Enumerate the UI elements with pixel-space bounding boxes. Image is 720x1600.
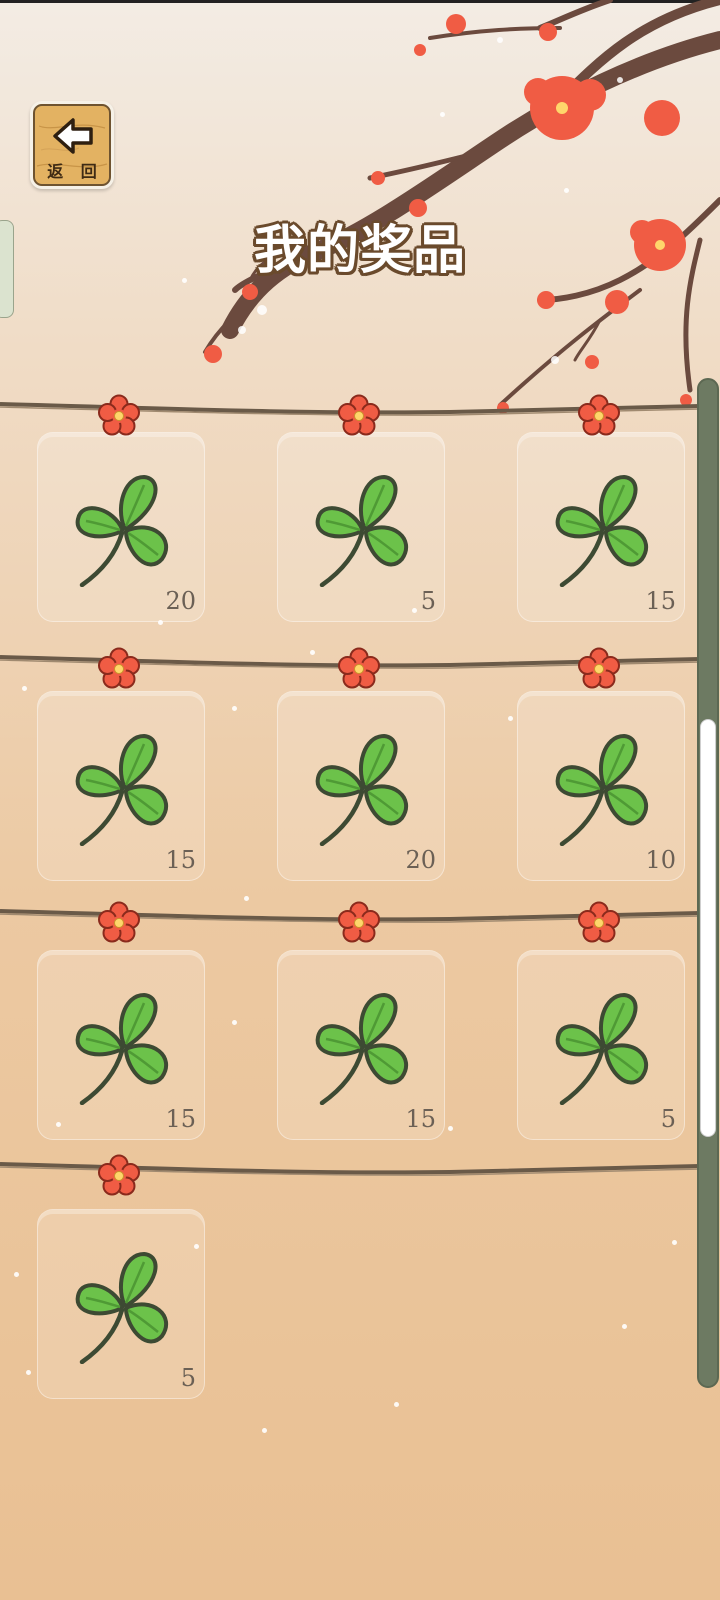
flower-pin-icon bbox=[337, 647, 381, 691]
prize-card[interactable]: 20 bbox=[37, 432, 205, 622]
clover-icon bbox=[75, 734, 169, 846]
clover-icon bbox=[75, 475, 169, 587]
snow-dot bbox=[14, 1272, 19, 1277]
prize-card[interactable]: 5 bbox=[517, 950, 685, 1140]
snow-dot bbox=[26, 1370, 31, 1375]
clover-icon bbox=[555, 475, 649, 587]
clover-icon bbox=[555, 734, 649, 846]
prize-card[interactable]: 5 bbox=[37, 1209, 205, 1399]
snow-dot bbox=[158, 620, 163, 625]
snow-dot bbox=[244, 896, 249, 901]
prize-quantity: 20 bbox=[165, 587, 196, 615]
clover-icon bbox=[315, 993, 409, 1105]
prize-quantity: 15 bbox=[165, 1105, 196, 1133]
page-title: 我的奖品 bbox=[253, 221, 466, 281]
clover-icon bbox=[555, 993, 649, 1105]
prize-quantity: 5 bbox=[660, 1105, 676, 1133]
snow-dot bbox=[22, 686, 27, 691]
snow-dot bbox=[440, 112, 445, 117]
prize-card[interactable]: 10 bbox=[517, 691, 685, 881]
flower-pin-icon bbox=[97, 1154, 141, 1198]
clover-icon bbox=[75, 1252, 169, 1364]
prize-quantity: 15 bbox=[405, 1105, 436, 1133]
prize-card[interactable]: 15 bbox=[37, 691, 205, 881]
back-button[interactable]: 返 回 bbox=[30, 101, 114, 189]
back-button-plate: 返 回 bbox=[33, 104, 111, 186]
snow-dot bbox=[448, 1126, 453, 1131]
snow-dot bbox=[232, 706, 237, 711]
flower-pin-icon bbox=[337, 901, 381, 945]
snow-dot bbox=[182, 278, 187, 283]
flower-pin-icon bbox=[97, 394, 141, 438]
scrollbar-thumb[interactable] bbox=[700, 719, 716, 1137]
clover-icon bbox=[315, 734, 409, 846]
prize-quantity: 15 bbox=[645, 587, 676, 615]
snow-dot bbox=[56, 1122, 61, 1127]
flower-pin-icon bbox=[97, 901, 141, 945]
flower-pin-icon bbox=[577, 394, 621, 438]
flower-pin-icon bbox=[337, 394, 381, 438]
flower-pin-icon bbox=[577, 647, 621, 691]
game-screen: 返 回 我的奖品 20 5 15 15 20 10 15 15 5 5 bbox=[0, 0, 720, 1600]
prize-quantity: 5 bbox=[180, 1364, 196, 1392]
prize-quantity: 20 bbox=[405, 846, 436, 874]
flower-pin-icon bbox=[97, 647, 141, 691]
snow-dot bbox=[262, 1428, 267, 1433]
prize-card[interactable]: 20 bbox=[277, 691, 445, 881]
prize-card[interactable]: 15 bbox=[37, 950, 205, 1140]
prize-quantity: 15 bbox=[165, 846, 196, 874]
prize-quantity: 10 bbox=[645, 846, 676, 874]
prize-card[interactable]: 15 bbox=[277, 950, 445, 1140]
snow-dot bbox=[310, 650, 315, 655]
back-button-label: 返 回 bbox=[47, 162, 103, 181]
clover-icon bbox=[75, 993, 169, 1105]
snow-dot bbox=[412, 608, 417, 613]
snow-dot bbox=[394, 1402, 399, 1407]
arrow-left-icon bbox=[53, 118, 93, 154]
snow-dot bbox=[232, 1020, 237, 1025]
snow-dot bbox=[194, 1244, 199, 1249]
snow-dot bbox=[672, 1240, 677, 1245]
prize-card[interactable]: 15 bbox=[517, 432, 685, 622]
snow-dot bbox=[508, 716, 513, 721]
prize-card[interactable]: 5 bbox=[277, 432, 445, 622]
snow-dot bbox=[622, 1324, 627, 1329]
clover-icon bbox=[315, 475, 409, 587]
flower-pin-icon bbox=[577, 901, 621, 945]
prize-quantity: 5 bbox=[420, 587, 436, 615]
snow-dot bbox=[564, 188, 569, 193]
